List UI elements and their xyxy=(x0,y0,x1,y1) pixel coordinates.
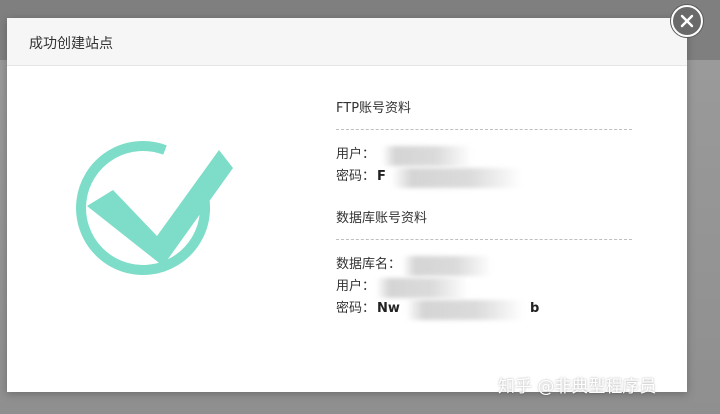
ftp-user-row: 用户： xyxy=(336,144,636,166)
close-button[interactable] xyxy=(671,5,703,37)
ftp-password-label: 密码： xyxy=(336,169,376,184)
dialog-title: 成功创建站点 xyxy=(29,36,113,52)
ftp-password-value[interactable]: F xyxy=(377,169,386,184)
account-info: FTP账号资料 用户： 密码： F 数据库账号资料 数据库名： 用户： 密码： Nw… xyxy=(336,100,636,320)
ftp-password-redaction xyxy=(392,168,522,188)
check-circle-icon xyxy=(76,141,233,275)
db-password-label: 密码： xyxy=(336,301,376,316)
db-password-value-end: b xyxy=(530,301,540,316)
db-section-title: 数据库账号资料 xyxy=(336,211,428,226)
db-user-redaction xyxy=(376,278,468,298)
db-user-row: 用户： xyxy=(336,276,636,298)
success-dialog: 成功创建站点 FTP账号资料 用户： 密码： F 数据库账号资料 数据库名： 用户… xyxy=(7,18,687,392)
ftp-user-label: 用户： xyxy=(336,147,376,162)
close-icon xyxy=(680,14,694,28)
ftp-user-redaction xyxy=(382,146,472,166)
db-name-redaction xyxy=(402,256,492,276)
watermark-text: 知乎 @非典型程序员 xyxy=(498,377,657,397)
db-password-row: 密码： Nw b xyxy=(336,298,636,320)
dialog-header: 成功创建站点 xyxy=(7,18,687,66)
ftp-password-row: 密码： F xyxy=(336,166,636,188)
db-name-label: 数据库名： xyxy=(336,257,402,272)
db-user-label: 用户： xyxy=(336,279,376,294)
ftp-divider xyxy=(336,129,632,130)
db-name-row: 数据库名： xyxy=(336,254,636,276)
db-divider xyxy=(336,239,632,240)
ftp-section-title: FTP账号资料 xyxy=(336,101,412,116)
db-password-value[interactable]: Nw xyxy=(377,301,400,316)
db-password-redaction xyxy=(406,300,524,320)
